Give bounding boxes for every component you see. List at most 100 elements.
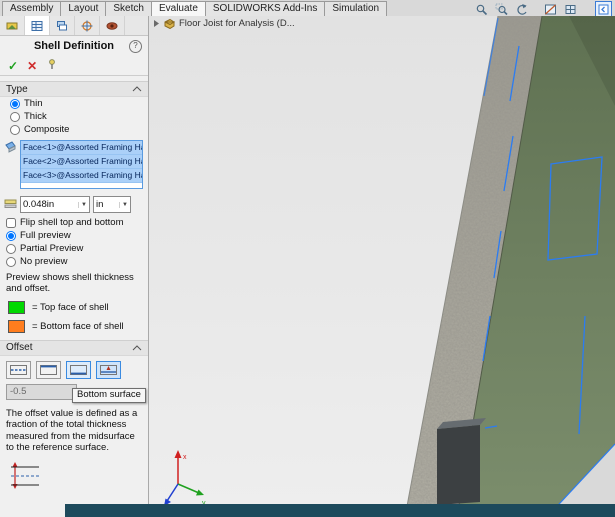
command-manager-bar: Assembly Layout Sketch Evaluate SOLIDWOR… [0, 0, 615, 17]
offset-group-header[interactable]: Offset [0, 340, 148, 356]
partial-preview-radio[interactable] [6, 244, 16, 254]
configuration-tab-icon [56, 20, 68, 32]
thickness-row: 0.048in ▼ in ▼ [0, 192, 148, 216]
no-preview-radio[interactable] [6, 257, 16, 267]
dimxpert-manager-tab[interactable] [75, 16, 100, 35]
thickness-unit-select[interactable]: in ▼ [93, 196, 131, 213]
previous-view-icon[interactable] [514, 2, 529, 16]
composite-radio[interactable] [10, 125, 20, 135]
preview-note: Preview shows shell thickness and offset… [0, 268, 148, 297]
chevron-down-icon[interactable]: ▼ [78, 202, 87, 208]
manager-pane-tabs [0, 16, 148, 36]
legend-top-face: = Top face of shell [0, 297, 148, 316]
section-view-icon[interactable] [543, 2, 558, 16]
face-list-item[interactable]: Face<2>@Assorted Framing Hang [21, 155, 143, 169]
flip-shell-checkbox[interactable] [6, 218, 16, 228]
legend-bottom-face: = Bottom face of shell [0, 316, 148, 335]
type-group-header[interactable]: Type [0, 81, 148, 97]
offset-value-input[interactable]: -0.5 [6, 384, 77, 400]
offset-bottom-surface-button[interactable] [66, 361, 91, 379]
breadcrumb[interactable]: Floor Joist for Analysis (D... [153, 18, 295, 29]
zoom-fit-icon[interactable] [474, 2, 489, 16]
tab-solidworks-add-ins[interactable]: SOLIDWORKS Add-Ins [205, 1, 325, 16]
offset-value-row: -0.5 Bottom surface [0, 381, 148, 404]
type-option-thin[interactable]: Thin [0, 97, 148, 110]
tab-layout[interactable]: Layout [60, 1, 106, 16]
top-face-swatch [8, 301, 25, 314]
display-manager-tab[interactable] [100, 16, 125, 35]
offset-midsurface-button[interactable] [6, 361, 31, 379]
help-icon[interactable]: ? [129, 40, 142, 53]
thick-radio[interactable] [10, 112, 20, 122]
offset-description: The offset value is defined as a fractio… [0, 404, 148, 456]
full-preview-label: Full preview [20, 230, 71, 241]
tab-assembly[interactable]: Assembly [2, 1, 61, 16]
face-list-item[interactable]: Face<1>@Assorted Framing Hang [21, 141, 143, 155]
tab-evaluate[interactable]: Evaluate [151, 1, 206, 16]
dimxpert-tab-icon [81, 20, 93, 32]
no-preview-label: No preview [20, 256, 68, 267]
features-tab-icon [6, 20, 18, 32]
solidworks-window: Assembly Layout Sketch Evaluate SOLIDWOR… [0, 0, 615, 517]
face-items: Face<1>@Assorted Framing Hang Face<2>@As… [21, 141, 143, 188]
property-manager-actions: ✓ ✕ [0, 56, 148, 76]
face-selection-icon [4, 140, 17, 189]
type-option-thick[interactable]: Thick [0, 110, 148, 123]
property-manager-tab[interactable] [25, 16, 50, 35]
property-tab-icon [31, 20, 43, 32]
bottom-face-label: = Bottom face of shell [32, 321, 124, 332]
thick-label: Thick [24, 111, 47, 122]
tab-simulation[interactable]: Simulation [324, 1, 387, 16]
face-selection-list[interactable]: Face<1>@Assorted Framing Hang Face<2>@As… [20, 140, 143, 189]
display-style-icon[interactable] [563, 2, 578, 16]
title-label: Shell Definition [34, 40, 114, 52]
chevron-up-icon [132, 86, 142, 92]
thin-radio[interactable] [10, 99, 20, 109]
offset-tooltip: Bottom surface [72, 388, 146, 403]
partial-preview-label: Partial Preview [20, 243, 83, 254]
pin-icon[interactable] [46, 58, 58, 73]
configuration-manager-tab[interactable] [50, 16, 75, 35]
breadcrumb-label: Floor Joist for Analysis (D... [179, 18, 295, 29]
task-pane-icon[interactable] [595, 1, 612, 17]
ribbon-tabs: Assembly Layout Sketch Evaluate SOLIDWOR… [2, 1, 386, 16]
flip-shell-label: Flip shell top and bottom [20, 217, 124, 228]
hanger-block[interactable] [437, 425, 480, 505]
composite-label: Composite [24, 124, 69, 135]
full-preview-row[interactable]: Full preview [0, 229, 148, 242]
3d-model-scene[interactable]: x y z [149, 16, 615, 517]
offset-top-surface-button[interactable] [36, 361, 61, 379]
zoom-area-icon[interactable] [494, 2, 509, 16]
property-manager-title: Shell Definition ? [0, 36, 148, 56]
heads-up-toolbar [474, 1, 612, 17]
bottom-face-swatch [8, 320, 25, 333]
status-bar [65, 504, 615, 517]
no-preview-row[interactable]: No preview [0, 255, 148, 268]
partial-preview-row[interactable]: Partial Preview [0, 242, 148, 255]
chevron-up-icon [132, 345, 142, 351]
collapse-arrow-icon[interactable] [153, 19, 160, 28]
chevron-down-icon[interactable]: ▼ [119, 202, 128, 208]
type-option-composite[interactable]: Composite [0, 123, 148, 136]
thickness-input[interactable]: 0.048in ▼ [20, 196, 90, 213]
thin-label: Thin [24, 98, 42, 109]
features-manager-tab[interactable] [0, 16, 25, 35]
offset-specify-ratio-button[interactable] [96, 361, 121, 379]
ok-button[interactable]: ✓ [8, 59, 18, 73]
graphics-viewport[interactable]: Floor Joist for Analysis (D... [149, 16, 615, 517]
part-icon [164, 18, 175, 29]
face-selection-row: Face<1>@Assorted Framing Hang Face<2>@As… [0, 136, 148, 192]
type-group-label: Type [6, 84, 28, 95]
offset-buttons [0, 356, 148, 381]
thickness-unit: in [96, 199, 103, 210]
tab-sketch[interactable]: Sketch [105, 1, 152, 16]
face-list-item[interactable]: Face<3>@Assorted Framing Hang [21, 169, 143, 183]
offset-group-label: Offset [6, 342, 33, 353]
simulation-tab-icon [106, 20, 118, 32]
full-preview-radio[interactable] [6, 231, 16, 241]
triad-x-label: x [183, 454, 187, 461]
offset-diagram [9, 461, 148, 494]
flip-shell-checkbox-row[interactable]: Flip shell top and bottom [0, 216, 148, 229]
top-face-label: = Top face of shell [32, 302, 109, 313]
cancel-button[interactable]: ✕ [27, 59, 37, 73]
